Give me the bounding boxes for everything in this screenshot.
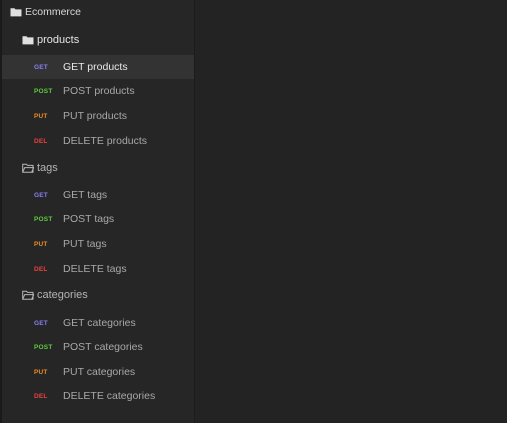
method-badge-del: DEL: [34, 137, 48, 145]
request-post-products[interactable]: POST POST products: [2, 79, 194, 103]
folder-name: products: [37, 34, 80, 46]
request-label: DELETE categories: [63, 390, 156, 402]
app-window: Ecommerce products GET GET products POST…: [0, 0, 507, 423]
method-badge-del: DEL: [34, 392, 48, 400]
method-badge-put: PUT: [34, 240, 48, 248]
folder-filled-icon: [22, 35, 34, 45]
request-editor-panel: [195, 0, 507, 423]
folder-products[interactable]: products: [2, 28, 194, 52]
request-put-categories[interactable]: PUT PUT categories: [2, 360, 194, 384]
request-label: GET products: [63, 61, 128, 73]
collection-sidebar: Ecommerce products GET GET products POST…: [2, 0, 195, 423]
request-put-tags[interactable]: PUT PUT tags: [2, 232, 194, 256]
method-badge-del: DEL: [34, 265, 48, 273]
request-label: DELETE tags: [63, 263, 127, 275]
request-post-categories[interactable]: POST POST categories: [2, 335, 194, 359]
request-label: DELETE products: [63, 135, 148, 147]
method-badge-post: POST: [34, 87, 53, 95]
folder-filled-icon: [10, 7, 22, 17]
request-post-tags[interactable]: POST POST tags: [2, 207, 194, 231]
folder-name: tags: [37, 162, 58, 174]
request-delete-tags[interactable]: DEL DELETE tags: [2, 257, 194, 281]
collection-name: Ecommerce: [25, 6, 82, 18]
request-delete-products[interactable]: DEL DELETE products: [2, 129, 194, 153]
request-get-categories[interactable]: GET GET categories: [2, 311, 194, 335]
folder-categories[interactable]: categories: [2, 283, 194, 307]
request-get-tags[interactable]: GET GET tags: [2, 183, 194, 207]
request-label: GET categories: [63, 317, 136, 329]
method-badge-get: GET: [34, 319, 48, 327]
folder-tags[interactable]: tags: [2, 156, 194, 180]
request-delete-categories[interactable]: DEL DELETE categories: [2, 384, 194, 408]
request-label: POST categories: [63, 341, 143, 353]
request-label: PUT tags: [63, 238, 107, 250]
collection-ecommerce[interactable]: Ecommerce: [2, 0, 194, 24]
method-badge-put: PUT: [34, 112, 48, 120]
folder-open-icon: [22, 163, 34, 173]
request-label: POST products: [63, 85, 135, 97]
folder-open-icon: [22, 290, 34, 300]
method-badge-post: POST: [34, 343, 53, 351]
request-get-products[interactable]: GET GET products: [2, 55, 194, 79]
request-label: POST tags: [63, 213, 115, 225]
request-put-products[interactable]: PUT PUT products: [2, 104, 194, 128]
request-label: PUT products: [63, 110, 127, 122]
request-label: PUT categories: [63, 366, 136, 378]
request-label: GET tags: [63, 189, 108, 201]
folder-name: categories: [37, 289, 88, 301]
method-badge-put: PUT: [34, 368, 48, 376]
method-badge-get: GET: [34, 191, 48, 199]
method-badge-get: GET: [34, 63, 48, 71]
method-badge-post: POST: [34, 215, 53, 223]
